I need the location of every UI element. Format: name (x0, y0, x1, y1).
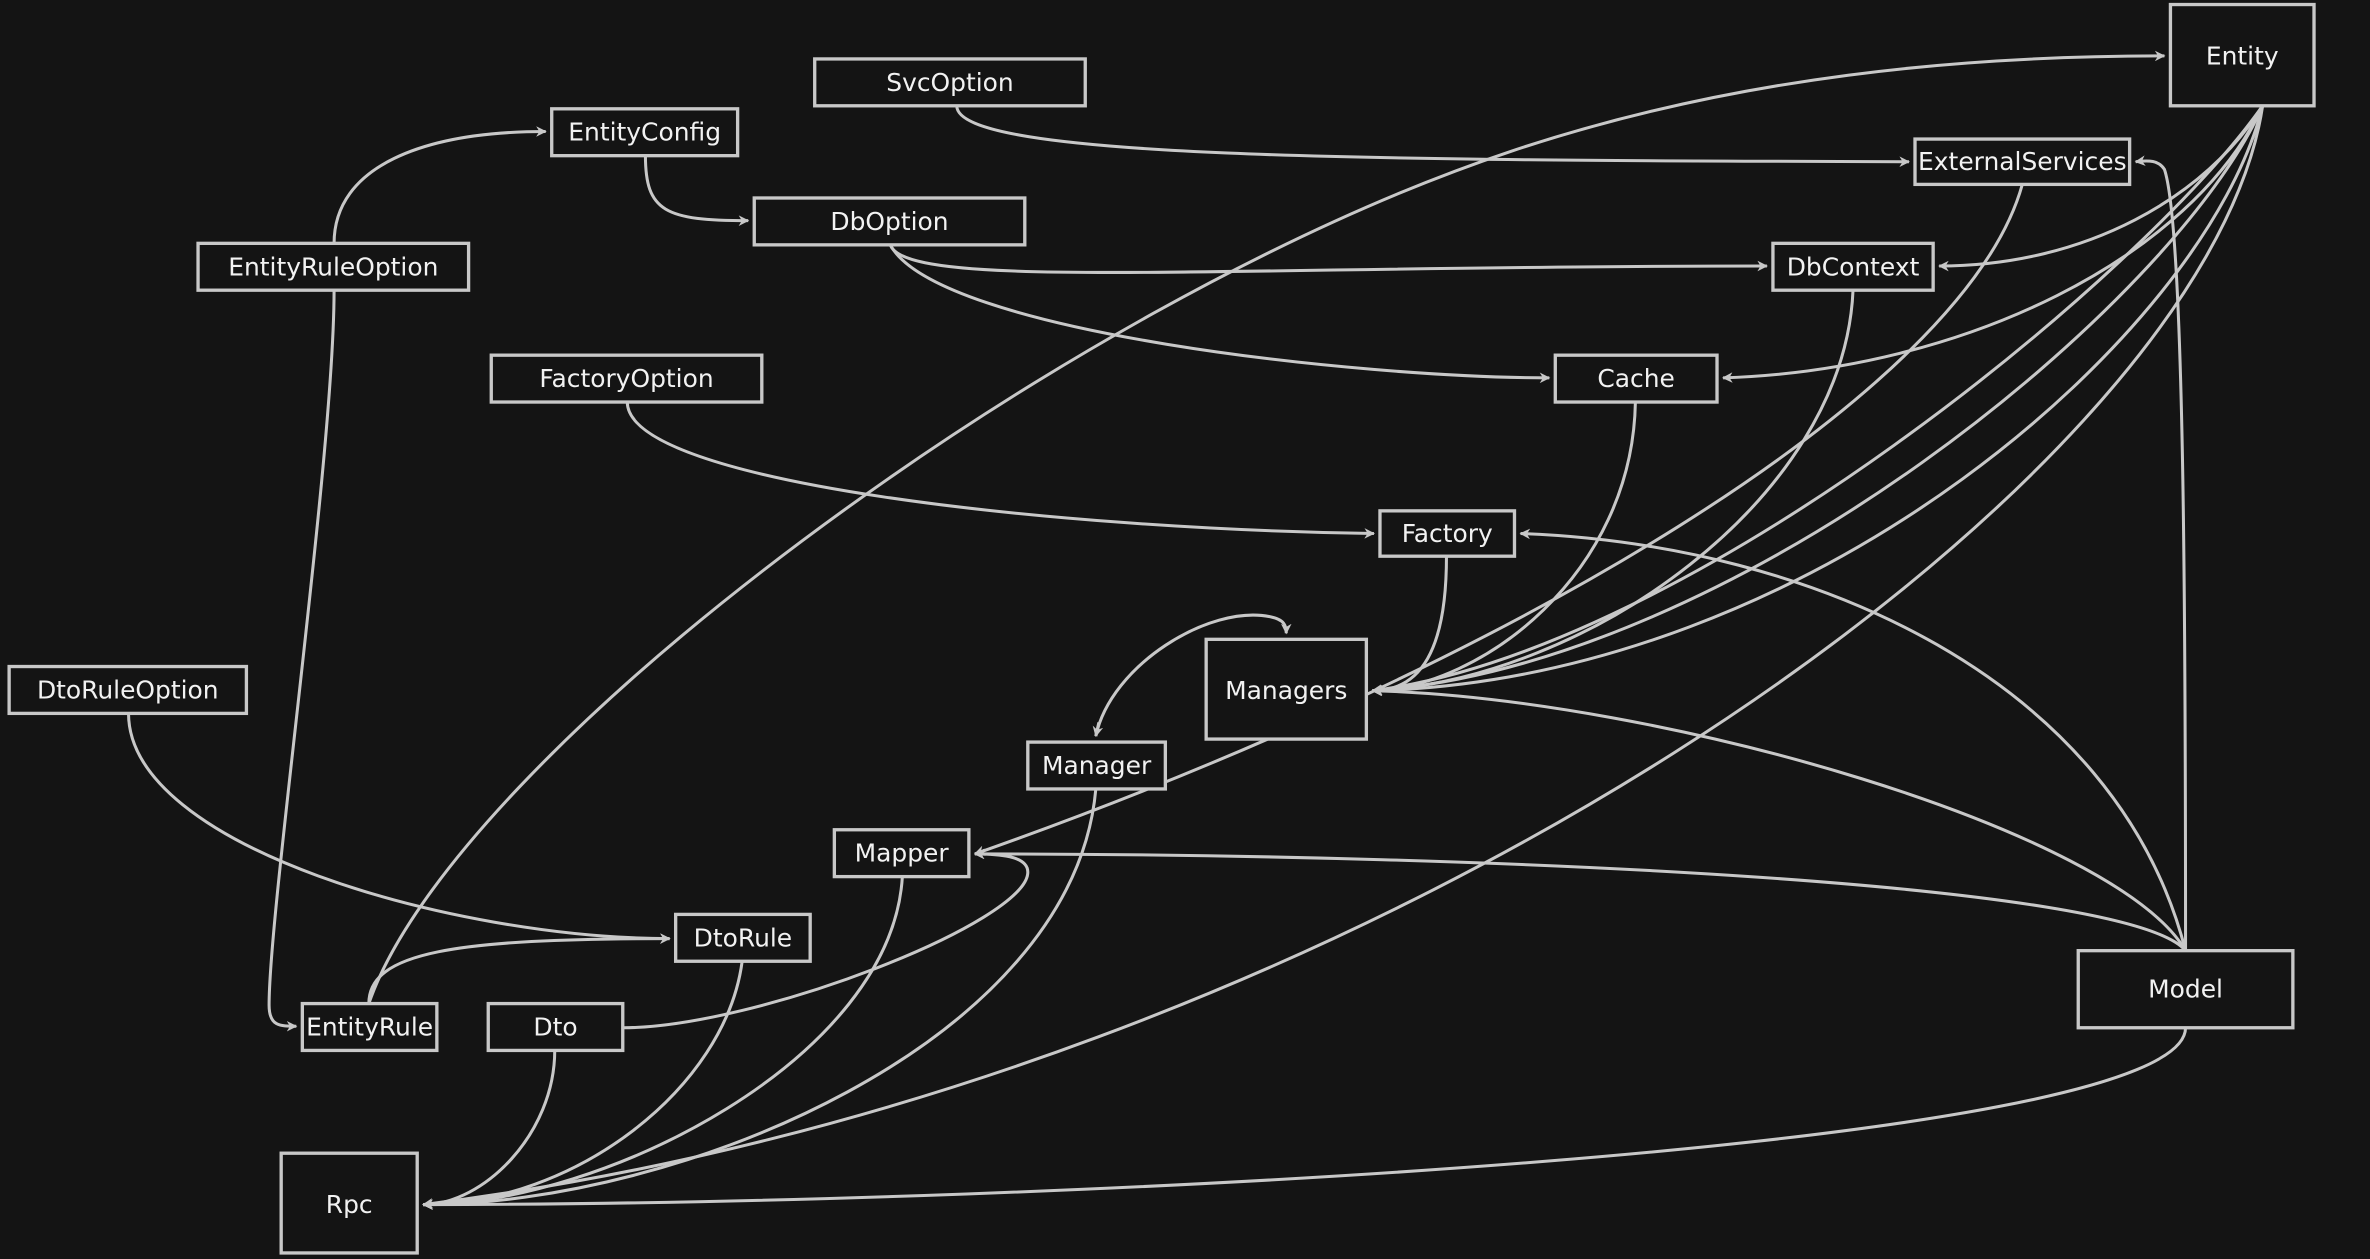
edge-entityruleoption-entityrule (267, 290, 336, 1032)
edge-managers-manager-head (1092, 722, 1104, 738)
node-dtorule[interactable]: DtoRule (673, 912, 812, 963)
edges (127, 50, 2265, 1210)
edge-dtorule-rpc (422, 961, 744, 1210)
node-model[interactable]: Model (2076, 949, 2295, 1030)
node-entityruleoption[interactable]: EntityRuleOption (196, 241, 471, 292)
node-label: FactoryOption (539, 364, 713, 393)
node-label: DtoRuleOption (37, 675, 219, 704)
edge-model-externalservices (2134, 155, 2188, 951)
edge-model-mapper (973, 848, 2187, 952)
edge-dboption-dbcontext (888, 244, 1768, 274)
node-label: DtoRule (694, 923, 792, 952)
edge-entityrule-dtorule (367, 933, 671, 1004)
node-label: Dto (533, 1012, 577, 1041)
node-label: Cache (1597, 364, 1675, 393)
edge-dbcontext-managers (1371, 290, 1855, 696)
node-label: EntityRuleOption (228, 252, 438, 281)
node-label: EntityConfig (568, 118, 721, 147)
node-label: EntityRule (306, 1012, 433, 1041)
edge-model-managers (1371, 685, 2187, 952)
node-factoryoption[interactable]: FactoryOption (489, 353, 764, 404)
edge-svcoption-externalservices (955, 105, 1911, 167)
edge-entity-managers-2 (1371, 105, 2265, 696)
edge-entityconfig-dboption (643, 155, 750, 226)
edge-dtoruleoption-dtorule (127, 713, 671, 944)
dependency-graph: .edge{marker-end:url(#arr);} Entity SvcO… (7, 2, 2316, 1255)
node-entityconfig[interactable]: EntityConfig (550, 107, 740, 158)
node-label: DbContext (1787, 252, 1920, 281)
node-entity[interactable]: Entity (2168, 2, 2316, 108)
node-managers[interactable]: Managers (1204, 637, 1369, 741)
node-label: Factory (1402, 519, 1493, 548)
node-dto[interactable]: Dto (486, 1001, 625, 1053)
edge-model-rpc (422, 1027, 2188, 1210)
node-entityrule[interactable]: EntityRule (300, 1001, 439, 1053)
node-externalservices[interactable]: ExternalServices (1913, 137, 2132, 187)
node-manager[interactable]: Manager (1026, 740, 1168, 791)
node-dbcontext[interactable]: DbContext (1771, 241, 1935, 292)
node-svcoption[interactable]: SvcOption (813, 57, 1087, 108)
node-label: DbOption (830, 207, 948, 236)
edge-dboption-cache (888, 244, 1551, 384)
node-label: Manager (1042, 751, 1152, 780)
edge-entity-managers-3 (1371, 105, 2265, 696)
node-label: Mapper (855, 839, 950, 868)
node-label: Entity (2206, 41, 2279, 70)
node-dboption[interactable]: DbOption (752, 196, 1027, 247)
node-label: Model (2148, 975, 2223, 1004)
edge-entity-managers-1 (1371, 104, 2264, 695)
node-cache[interactable]: Cache (1553, 353, 1719, 404)
nodes: Entity SvcOption ExternalServices Entity… (7, 2, 2316, 1255)
node-rpc[interactable]: Rpc (279, 1151, 419, 1255)
node-dtoruleoption[interactable]: DtoRuleOption (7, 664, 249, 716)
node-label: ExternalServices (1918, 147, 2127, 176)
node-label: Rpc (326, 1190, 373, 1219)
node-label: Managers (1225, 676, 1347, 705)
node-factory[interactable]: Factory (1378, 509, 1517, 558)
edge-entityruleoption-entityconfig (332, 126, 547, 244)
node-mapper[interactable]: Mapper (832, 828, 971, 879)
diagram-canvas: .edge{marker-end:url(#arr);} E (0, 0, 2370, 1259)
edge-dto-rpc (422, 1050, 557, 1210)
node-label: SvcOption (886, 68, 1013, 97)
edge-model-factory (1519, 528, 2188, 952)
edge-factory-managers (1371, 556, 1448, 696)
edge-factoryoption-factory (625, 401, 1375, 539)
